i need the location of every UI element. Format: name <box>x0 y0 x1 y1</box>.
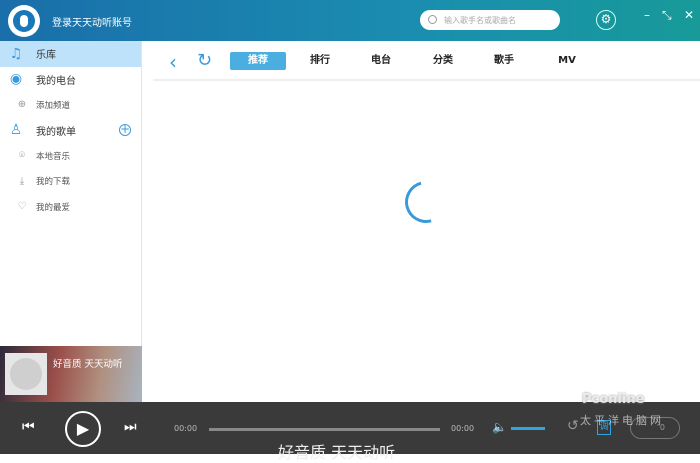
search-icon <box>428 15 437 24</box>
sidebar-item-label: 本地音乐 <box>36 151 71 162</box>
sidebar-item-label: 我的歌单 <box>36 126 76 138</box>
minimize-button[interactable]: – <box>644 8 650 22</box>
search-placeholder: 输入歌手名或歌曲名 <box>444 16 516 25</box>
add-channel-icon: ⊕ <box>17 99 27 111</box>
watermark: Pconline <box>582 392 645 407</box>
location-icon: ⌾ <box>19 150 25 162</box>
volume-icon[interactable]: 🔈 <box>492 420 507 434</box>
sidebar-item-my-playlists[interactable]: ♙ 我的歌单 + <box>0 118 141 144</box>
tab-bar: ‹ ↻ 推荐 排行 电台 分类 歌手 MV <box>153 41 700 81</box>
login-link[interactable]: 登录天天动听账号 <box>52 14 132 29</box>
back-button[interactable]: ‹ <box>169 50 177 74</box>
album-cover <box>5 353 47 395</box>
mini-mode-button[interactable]: ⤡ <box>662 8 672 23</box>
gear-icon[interactable]: ⚙ <box>596 10 616 30</box>
lyric-subtitle: 好音质 天天动听 <box>278 443 396 462</box>
tab-recommend[interactable]: 推荐 <box>230 52 286 70</box>
progress-slider[interactable] <box>209 428 440 431</box>
repeat-icon[interactable]: ↺ <box>567 418 579 434</box>
loading-spinner <box>397 173 455 231</box>
sidebar-item-label: 我的最爱 <box>36 202 71 213</box>
watermark-cn: 太平洋电脑网 <box>580 414 664 427</box>
sidebar-item-library[interactable]: ♫ 乐库 <box>0 41 141 67</box>
app-logo-icon <box>13 10 35 32</box>
tab-artists[interactable]: 歌手 <box>476 52 532 70</box>
close-button[interactable]: ✕ <box>684 8 694 22</box>
total-time: 00:00 <box>451 424 475 433</box>
add-playlist-button[interactable]: + <box>119 123 131 137</box>
sidebar-item-add-channel[interactable]: ⊕ 添加频道 <box>0 92 141 118</box>
main-content: ‹ ↻ 推荐 排行 电台 分类 歌手 MV <box>143 41 700 402</box>
heart-icon: ♡ <box>17 201 27 213</box>
sidebar-item-label: 我的电台 <box>36 75 76 87</box>
sidebar-item-downloads[interactable]: ⤓ 我的下载 <box>0 169 141 195</box>
sidebar-item-favorites[interactable]: ♡ 我的最爱 <box>0 194 141 220</box>
player-bar: ⏮ ▶ ⏭ 00:00 00:00 🔈 ↺ 调 0 好音质 天天动听 <box>0 402 700 462</box>
tab-mv[interactable]: MV <box>539 52 595 70</box>
refresh-button[interactable]: ↻ <box>197 50 212 71</box>
music-note-icon: ♫ <box>9 45 23 62</box>
sidebar-item-label: 添加频道 <box>36 100 71 111</box>
search-input[interactable]: 输入歌手名或歌曲名 <box>420 10 560 30</box>
current-time: 00:00 <box>174 424 198 433</box>
title-bar: 登录天天动听账号 输入歌手名或歌曲名 ⚙ – ⤡ ✕ <box>0 0 700 41</box>
now-playing-card[interactable]: 好音质 天天动听 <box>0 346 142 402</box>
sidebar-item-local-music[interactable]: ⌾ 本地音乐 <box>0 143 141 169</box>
sidebar-item-my-radio[interactable]: ◉ 我的电台 <box>0 67 141 93</box>
previous-button[interactable]: ⏮ <box>22 419 35 435</box>
sidebar-item-label: 乐库 <box>36 50 56 62</box>
download-icon: ⤓ <box>19 175 25 187</box>
tab-categories[interactable]: 分类 <box>415 52 471 70</box>
sidebar-item-label: 我的下载 <box>36 177 71 188</box>
radio-icon: ◉ <box>9 71 23 88</box>
play-button[interactable]: ▶ <box>65 411 101 447</box>
tab-charts[interactable]: 排行 <box>292 52 348 70</box>
next-button[interactable]: ⏭ <box>124 419 137 435</box>
user-list-icon: ♙ <box>9 122 23 139</box>
volume-slider[interactable] <box>511 427 545 430</box>
now-playing-title: 好音质 天天动听 <box>53 359 123 370</box>
tab-radio[interactable]: 电台 <box>353 52 409 70</box>
avatar[interactable] <box>8 5 40 37</box>
disc-icon <box>10 358 42 390</box>
